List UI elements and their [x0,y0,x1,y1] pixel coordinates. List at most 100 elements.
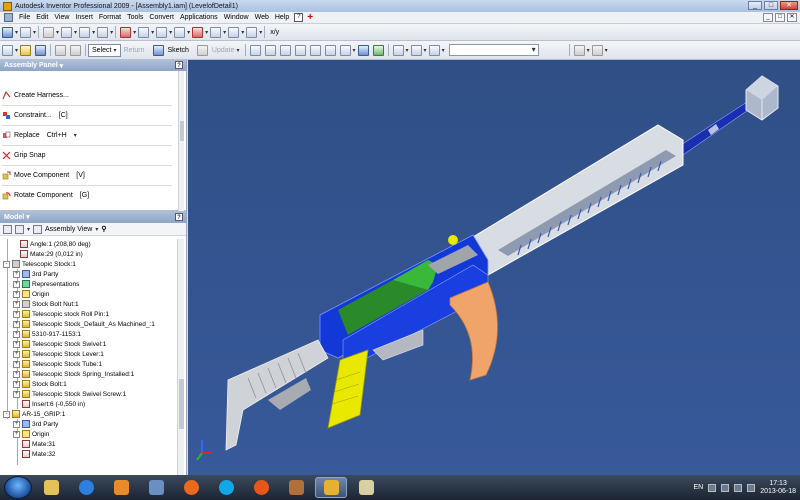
menu-format[interactable]: Format [96,14,124,21]
collapse-icon[interactable]: - [3,410,10,418]
expand-icon[interactable]: + [13,380,20,388]
task-skype[interactable] [210,477,242,498]
tree-row-origin[interactable]: + Origin [13,289,49,299]
fraction-button[interactable]: x/y [267,26,282,39]
task-inventor[interactable] [315,477,347,498]
assembly-panel-header[interactable]: Assembly Panel ▾ ? [0,60,186,71]
shaded-display-icon[interactable] [357,44,369,56]
task-explorer[interactable] [35,477,67,498]
pattern-icon[interactable] [156,26,168,38]
camera-icon[interactable] [410,44,422,56]
task-folder[interactable] [140,477,172,498]
volume-icon[interactable] [734,483,743,492]
expand-icon[interactable]: + [13,310,20,318]
model-help-icon[interactable]: ? [175,213,183,221]
tree-row-roll-pin[interactable]: + Telescopic stock Roll Pin:1 [13,309,109,319]
assembly-panel-scrollbar[interactable] [178,71,184,211]
assembly-panel-help-icon[interactable]: ? [175,61,183,69]
expand-icon[interactable]: + [13,270,20,278]
menu-view[interactable]: View [51,14,72,21]
expand-icon[interactable]: + [13,430,20,438]
expand-icon[interactable]: + [13,340,20,348]
tree-row-stock-spring[interactable]: + Telescopic Stock Spring_Installed:1 [13,369,134,379]
find-binoculars-icon[interactable]: ⚲ [101,225,106,233]
tree-row-5310[interactable]: +5310-917-1153:1 [13,329,81,339]
section-icon[interactable] [428,44,440,56]
constraint-item[interactable]: Constraint... [C] [2,111,68,120]
tree-row-grip-3rd-party[interactable]: +3rd Party [13,419,58,429]
display-mode-icon[interactable] [392,44,404,56]
collapse-icon[interactable]: - [3,260,10,268]
model-browser-header[interactable]: Model ▾ ? [0,211,186,223]
select-button[interactable]: Select ▾ [88,43,121,57]
document-icon[interactable] [4,13,13,22]
tree-row-stock-swivel[interactable]: + Telescopic Stock Swivel:1 [13,339,106,349]
replace-item[interactable]: Replace Ctrl+H ▾ [2,131,77,140]
expand-icon[interactable]: + [13,370,20,378]
tree-row-telescopic-stock[interactable]: - Telescopic Stock:1 [3,259,76,269]
tree-row-swivel-screw[interactable]: + Telescopic Stock Swivel Screw:1 [13,389,126,399]
zoom-icon[interactable] [279,44,291,56]
offset-icon[interactable] [192,26,204,38]
expand-icon[interactable]: + [13,390,20,398]
pen-icon[interactable] [43,26,55,38]
tree-row-mate-29[interactable]: Mate:29 (0,012 in) [20,249,83,259]
constraint-icon[interactable] [138,26,150,38]
tree-row-angle[interactable]: Angle:1 (208,80 deg) [20,239,91,249]
view-cube[interactable] [745,75,779,121]
menu-web[interactable]: Web [252,14,272,21]
expand-icon[interactable]: + [13,280,20,288]
menu-convert[interactable]: Convert [146,14,177,21]
undo-icon[interactable] [55,44,67,56]
expand-icon[interactable] [15,224,24,234]
minimize-button[interactable]: _ [748,1,762,10]
menu-file[interactable]: File [16,14,33,21]
shadow-icon[interactable] [372,44,384,56]
flag-icon[interactable] [747,483,756,492]
project-icon[interactable] [210,26,222,38]
zoom-window-icon[interactable] [264,44,276,56]
create-harness-item[interactable]: Create Harness... [2,91,69,100]
tree-row-insert-6[interactable]: Insert:6 (-0,550 in) [22,399,85,409]
part-icon[interactable] [2,26,13,38]
add-red-plus-icon[interactable]: + [307,12,313,22]
rotate-component-item[interactable]: Rotate Component [G] [2,191,89,200]
rotate-icon[interactable] [324,44,336,56]
assembly-model-render[interactable] [188,60,800,475]
tree-row-stock-lever[interactable]: + Telescopic Stock Lever:1 [13,349,104,359]
pan-icon[interactable] [294,44,306,56]
open-icon[interactable] [20,44,32,56]
menu-edit[interactable]: Edit [33,14,51,21]
expand-icon[interactable]: + [13,420,20,428]
tree-row-ar15-grip[interactable]: - AR-15_GRIP:1 [3,409,65,419]
dropdown-tool-icon[interactable] [591,44,603,56]
circle-icon[interactable] [79,26,91,38]
sketch-tool-icon[interactable] [20,26,32,38]
tree-row-representations[interactable]: + Representations [13,279,79,289]
doc-minimize-button[interactable]: _ [763,13,773,22]
return-button[interactable]: Return [121,44,148,57]
task-media-player[interactable] [105,477,137,498]
task-firefox[interactable] [175,477,207,498]
keyboard-icon[interactable] [708,483,717,492]
expand-icon[interactable]: + [13,350,20,358]
tree-row-mate-31[interactable]: Mate:31 [22,439,56,449]
start-button[interactable] [4,476,32,499]
close-button[interactable]: ✕ [780,1,798,10]
menu-applications[interactable]: Applications [177,14,221,21]
graphics-viewport[interactable] [188,60,800,475]
task-internet-explorer[interactable] [70,477,102,498]
mirror-icon[interactable] [174,26,186,38]
move-component-item[interactable]: Move Component [V] [2,171,85,180]
clock[interactable]: 17:13 2013-06-18 [760,480,796,496]
tree-row-stock-bolt[interactable]: + Stock Bolt:1 [13,379,67,389]
help-icon[interactable]: ? [294,13,304,22]
sketch-button[interactable]: Sketch [148,44,192,57]
save-icon[interactable] [35,44,47,56]
model-tree-scrollbar[interactable] [177,239,184,475]
new-icon[interactable] [2,44,13,56]
expand-icon[interactable]: + [13,360,20,368]
doc-restore-button[interactable]: □ [775,13,785,22]
network-icon[interactable] [721,483,730,492]
zoom-all-icon[interactable] [249,44,261,56]
